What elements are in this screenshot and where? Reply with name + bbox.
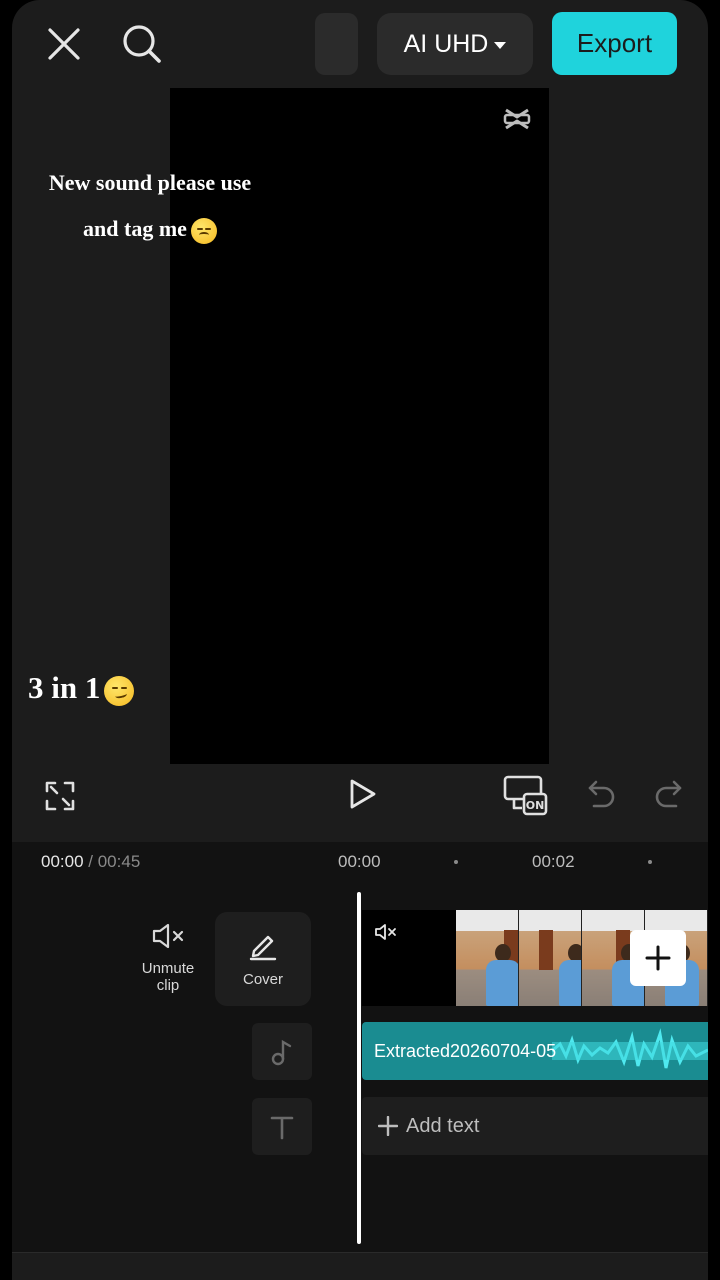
video-frame	[456, 910, 519, 1006]
overlay-caption-top: New sound please use and tag me	[24, 160, 276, 252]
unmute-clip-label: Unmute clip	[141, 960, 195, 994]
add-text-track[interactable]: Add text	[362, 1097, 708, 1155]
add-clip-button[interactable]	[630, 930, 686, 986]
disappointed-face-emoji	[190, 217, 217, 244]
fullscreen-icon[interactable]	[40, 776, 80, 816]
play-icon[interactable]	[342, 774, 382, 814]
music-note-icon	[271, 1039, 292, 1065]
quality-dropdown[interactable]: AI UHD	[377, 13, 533, 75]
export-button[interactable]: Export	[552, 12, 677, 75]
plus-icon	[645, 945, 671, 971]
close-icon[interactable]	[42, 22, 86, 66]
chevron-down-icon	[494, 41, 507, 49]
mute-icon	[130, 922, 206, 952]
blank-toolbar-button[interactable]	[315, 13, 358, 75]
caption-line-1: New sound please use	[48, 170, 252, 195]
audio-track[interactable]: Extracted20260704-05	[362, 1022, 708, 1080]
search-icon[interactable]	[118, 20, 166, 68]
tick-label: 00:00	[338, 852, 381, 871]
add-text-side-button[interactable]	[252, 1098, 312, 1155]
muted-clip-icon	[374, 922, 398, 947]
tick-dot	[648, 860, 652, 864]
timeline-panel[interactable]: 00:00 / 00:45 00:00 00:02 Unmute clip Co…	[12, 842, 708, 1252]
add-audio-button[interactable]	[252, 1023, 312, 1080]
caption-bottom-text: 3 in 1	[28, 670, 101, 705]
video-track[interactable]	[362, 910, 708, 1006]
time-readout: 00:00 / 00:45	[41, 852, 140, 872]
audio-waveform	[552, 1028, 708, 1069]
editor-screen: AI UHD Export New sound please use and t…	[12, 0, 708, 1280]
redo-icon[interactable]	[654, 776, 684, 812]
caption-line-2: and tag me	[83, 216, 187, 241]
undo-icon[interactable]	[586, 776, 616, 812]
current-time: 00:00	[41, 852, 84, 871]
playhead[interactable]	[357, 892, 361, 1244]
total-time: / 00:45	[88, 852, 141, 871]
tick-label: 00:02	[532, 852, 575, 871]
unmute-clip-button[interactable]: Unmute clip	[130, 922, 206, 994]
pencil-icon	[249, 935, 277, 960]
overlay-caption-bottom: 3 in 1	[28, 670, 135, 706]
auto-caption-on-icon[interactable]: ON	[502, 772, 550, 820]
quality-label: AI UHD	[403, 29, 489, 58]
smirking-face-emoji	[104, 675, 135, 706]
on-badge: ON	[526, 799, 545, 812]
text-icon	[270, 1116, 294, 1139]
tick-dot	[454, 860, 458, 864]
cover-button[interactable]: Cover	[215, 912, 311, 1006]
cover-label: Cover	[242, 970, 283, 988]
audio-clip-name: Extracted20260704-05	[374, 1041, 557, 1061]
plus-icon	[378, 1116, 398, 1136]
capcut-logo-icon	[503, 106, 531, 132]
add-text-label: Add text	[406, 1114, 480, 1137]
video-frame	[519, 910, 582, 1006]
bottom-toolbar	[12, 1252, 708, 1280]
